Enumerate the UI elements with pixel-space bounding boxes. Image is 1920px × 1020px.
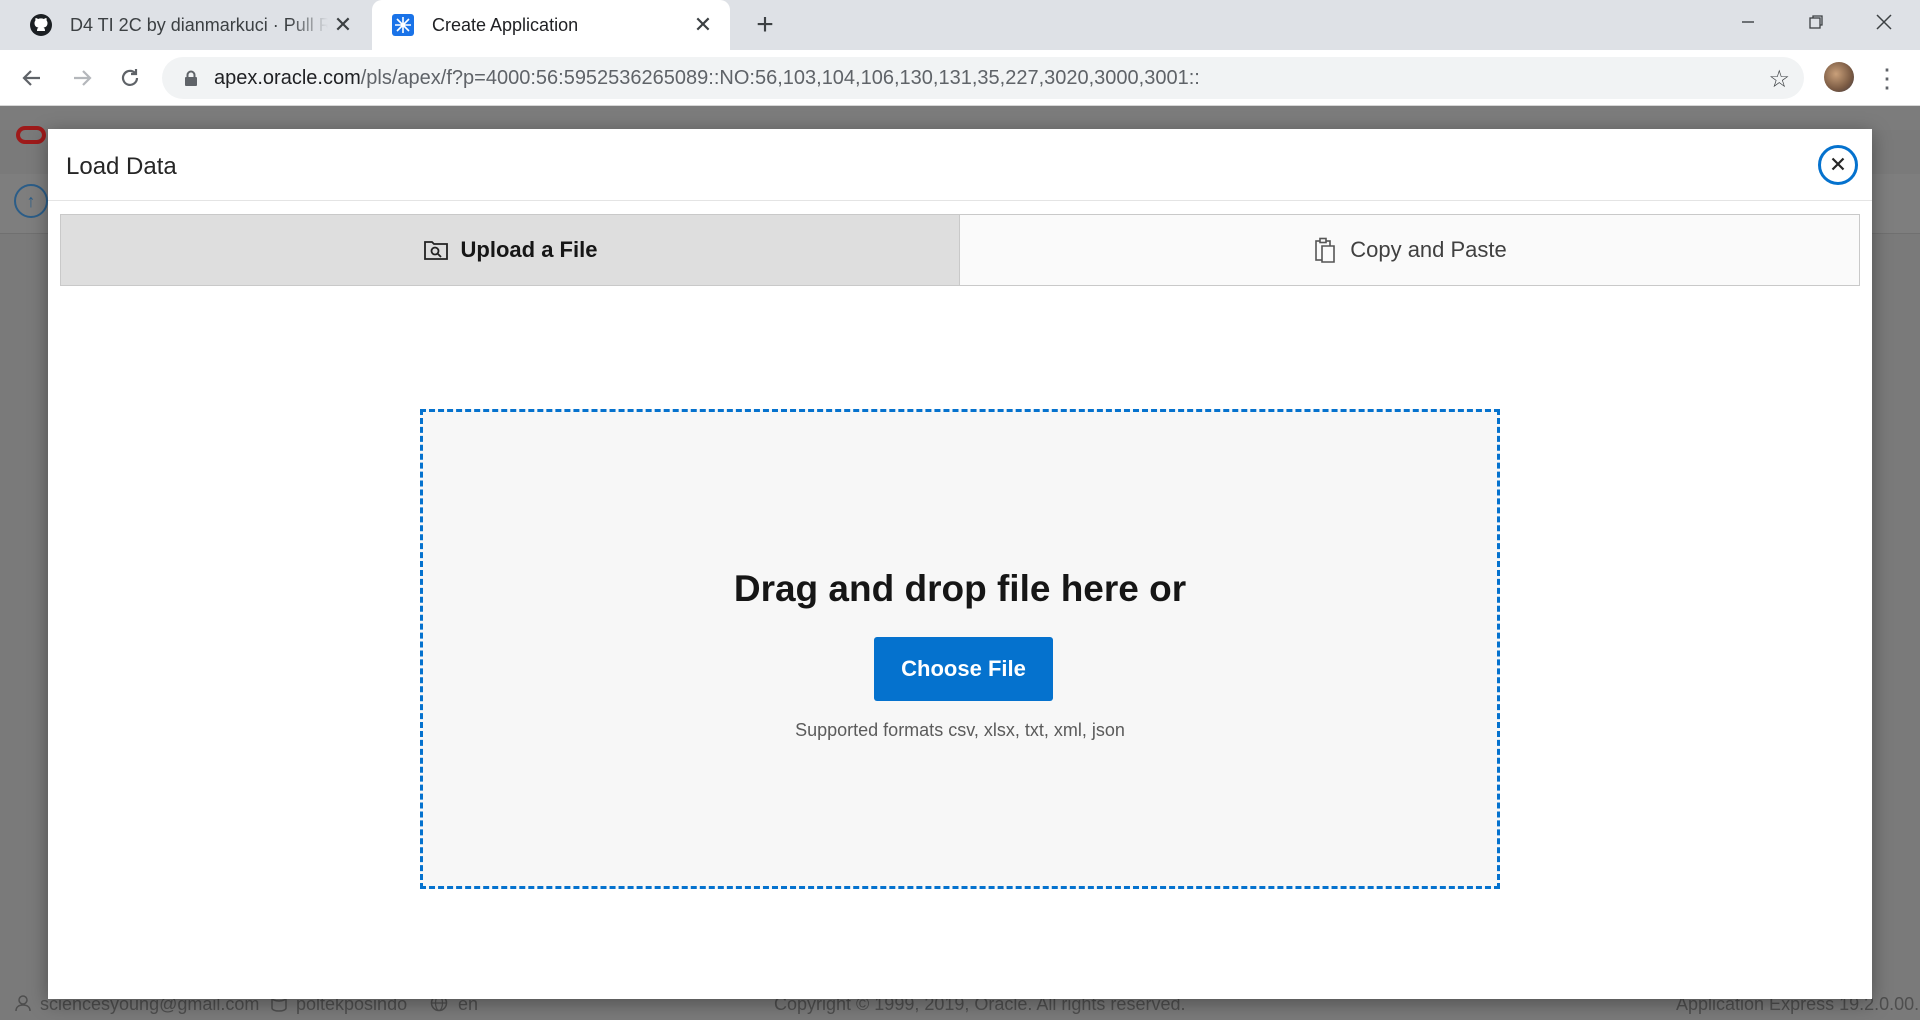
minimize-icon[interactable] xyxy=(1718,0,1778,44)
dialog-title: Load Data xyxy=(66,153,177,180)
browser-menu-icon[interactable]: ⋮ xyxy=(1874,60,1900,96)
close-dialog-button[interactable] xyxy=(1818,145,1858,185)
lock-icon xyxy=(182,69,200,87)
apex-icon xyxy=(390,12,416,38)
restore-icon[interactable] xyxy=(1786,0,1846,44)
browser-tab-create-application[interactable]: Create Application ✕ xyxy=(372,0,730,50)
oracle-logo-icon xyxy=(16,126,46,144)
url-text: apex.oracle.com/pls/apex/f?p=4000:56:595… xyxy=(214,67,1200,90)
tab-title: Create Application xyxy=(432,14,579,35)
tab-upload-a-file[interactable]: Upload a File xyxy=(61,215,960,285)
new-tab-icon[interactable]: + xyxy=(748,8,782,42)
reload-icon[interactable] xyxy=(110,58,150,98)
github-icon xyxy=(28,12,54,38)
tab-label: Upload a File xyxy=(460,237,598,262)
choose-file-button[interactable]: Choose File xyxy=(874,637,1053,701)
upload-icon: ↑ xyxy=(14,184,48,218)
tab-title: D4 TI 2C by dianmarkuci · Pull Requests xyxy=(70,14,328,35)
browser-tabstrip: D4 TI 2C by dianmarkuci · Pull Requests … xyxy=(0,0,1920,50)
supported-formats-text: Supported formats csv, xlsx, txt, xml, j… xyxy=(795,720,1125,740)
close-window-icon[interactable] xyxy=(1854,0,1914,44)
close-tab-icon[interactable]: ✕ xyxy=(328,10,358,40)
file-drop-zone[interactable]: Drag and drop file here or Choose File S… xyxy=(420,409,1500,889)
tab-label: Copy and Paste xyxy=(1350,237,1507,262)
tab-copy-and-paste[interactable]: Copy and Paste xyxy=(960,215,1859,285)
url-path: /pls/apex/f?p=4000:56:5952536265089::NO:… xyxy=(360,66,1200,89)
url-host: apex.oracle.com xyxy=(214,66,361,89)
browser-tab-github[interactable]: D4 TI 2C by dianmarkuci · Pull Requests … xyxy=(10,0,370,50)
drop-zone-headline: Drag and drop file here or xyxy=(733,568,1187,609)
address-bar[interactable]: apex.oracle.com/pls/apex/f?p=4000:56:595… xyxy=(162,57,1804,99)
user-icon xyxy=(14,994,32,1017)
profile-avatar[interactable] xyxy=(1824,62,1854,92)
dialog-header: Load Data xyxy=(48,129,1872,201)
clipboard-icon xyxy=(1312,237,1338,263)
browser-toolbar: apex.oracle.com/pls/apex/f?p=4000:56:595… xyxy=(0,50,1920,106)
close-tab-icon[interactable]: ✕ xyxy=(688,10,718,40)
apex-header xyxy=(0,106,1920,130)
close-icon xyxy=(1831,154,1845,177)
forward-icon[interactable] xyxy=(62,58,102,98)
back-icon[interactable] xyxy=(12,58,52,98)
load-method-tabs: Upload a File Copy and Paste xyxy=(60,214,1860,286)
bookmark-star-icon[interactable]: ☆ xyxy=(1768,65,1790,94)
search-file-icon xyxy=(423,237,449,263)
load-data-dialog: Load Data Upload a File Copy and Paste D… xyxy=(48,129,1872,999)
